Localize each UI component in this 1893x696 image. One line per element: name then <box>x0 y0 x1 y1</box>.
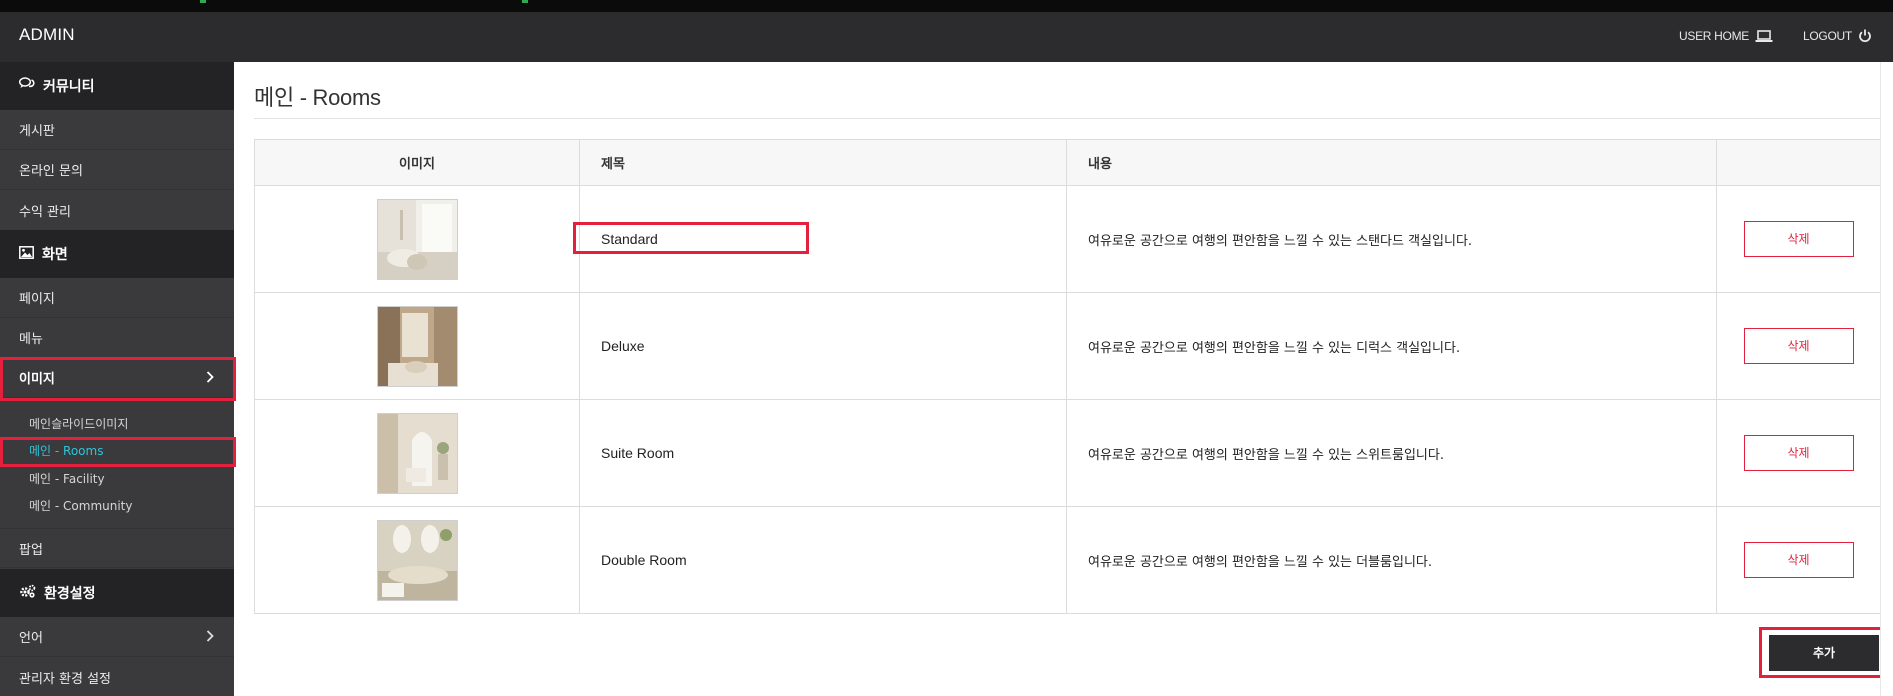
title-divider <box>254 118 1880 119</box>
chevron-right-icon <box>205 629 215 647</box>
laptop-icon <box>1755 29 1773 43</box>
column-header-title: 제목 <box>579 139 1067 186</box>
sidebar-item-revenue[interactable]: 수익 관리 <box>0 190 234 230</box>
sidebar-item-menu[interactable]: 메뉴 <box>0 318 234 358</box>
sidebar-section-label: 화면 <box>42 247 68 263</box>
room-title: Suite Room <box>579 399 1067 507</box>
room-content: 여유로운 공간으로 여행의 편안함을 느낄 수 있는 스탠다드 객실입니다. <box>1066 185 1717 293</box>
chevron-right-icon <box>205 370 215 388</box>
strip-mark <box>522 0 528 3</box>
action-cell: 삭제 <box>1716 399 1881 507</box>
chat-icon <box>18 77 35 95</box>
brand-logo[interactable]: ADMIN <box>19 25 75 45</box>
user-home-label: USER HOME <box>1679 29 1749 43</box>
strip-mark <box>200 0 206 3</box>
sidebar-item-board[interactable]: 게시판 <box>0 110 234 150</box>
sidebar-section-community: 커뮤니티 <box>0 62 234 110</box>
submenu-item-main-rooms[interactable]: 메인 - Rooms <box>29 442 103 459</box>
table-row: Deluxe 여유로운 공간으로 여행의 편안함을 느낄 수 있는 디럭스 객실… <box>254 292 1881 400</box>
sidebar-item-online-inquiry[interactable]: 온라인 문의 <box>0 150 234 190</box>
room-thumbnail[interactable] <box>376 412 458 494</box>
sidebar-item-language[interactable]: 언어 <box>0 617 234 657</box>
page-title: 메인 - Rooms <box>254 85 381 110</box>
room-thumbnail[interactable] <box>376 305 458 387</box>
sidebar-item-page[interactable]: 페이지 <box>0 278 234 318</box>
user-home-link[interactable]: USER HOME <box>1679 29 1773 43</box>
submenu-item-main-slide[interactable]: 메인슬라이드이미지 <box>29 415 128 432</box>
sidebar-item-label: 이미지 <box>19 372 55 387</box>
gears-icon <box>19 584 36 602</box>
add-button[interactable]: 추가 <box>1769 635 1879 671</box>
sidebar-item-admin-settings[interactable]: 관리자 환경 설정 <box>0 657 234 696</box>
image-cell <box>254 185 580 293</box>
submenu-item-main-facility[interactable]: 메인 - Facility <box>29 470 105 487</box>
sidebar-section-label: 커뮤니티 <box>43 79 95 95</box>
room-title: Deluxe <box>579 292 1067 400</box>
sidebar-item-label: 언어 <box>19 631 43 646</box>
delete-button[interactable]: 삭제 <box>1743 542 1854 578</box>
room-content: 여유로운 공간으로 여행의 편안함을 느낄 수 있는 더블룸입니다. <box>1066 506 1717 614</box>
sidebar-item-popup[interactable]: 팝업 <box>0 528 234 568</box>
sidebar-section-label: 환경설정 <box>44 586 96 602</box>
logout-label: LOGOUT <box>1803 29 1852 43</box>
delete-button[interactable]: 삭제 <box>1743 221 1854 257</box>
action-cell: 삭제 <box>1716 506 1881 614</box>
column-header-image: 이미지 <box>254 139 580 186</box>
delete-button[interactable]: 삭제 <box>1743 328 1854 364</box>
rooms-table: 이미지 제목 내용 Standard 여유로운 공간으로 여행의 편안함을 느낄… <box>254 139 1881 614</box>
sidebar: 커뮤니티 게시판 온라인 문의 수익 관리 화면 페이지 메뉴 이미지 메인슬라… <box>0 62 234 696</box>
scrollbar[interactable] <box>1880 62 1893 696</box>
column-header-content: 내용 <box>1066 139 1717 186</box>
delete-button[interactable]: 삭제 <box>1743 435 1854 471</box>
logout-link[interactable]: LOGOUT <box>1803 29 1872 43</box>
table-row: Suite Room 여유로운 공간으로 여행의 편안함을 느낄 수 있는 스위… <box>254 399 1881 507</box>
room-content: 여유로운 공간으로 여행의 편안함을 느낄 수 있는 디럭스 객실입니다. <box>1066 292 1717 400</box>
table-header-row: 이미지 제목 내용 <box>254 139 1881 186</box>
room-content: 여유로운 공간으로 여행의 편안함을 느낄 수 있는 스위트룸입니다. <box>1066 399 1717 507</box>
image-cell <box>254 292 580 400</box>
room-thumbnail[interactable] <box>376 519 458 601</box>
sidebar-section-screen: 화면 <box>0 230 234 278</box>
image-icon <box>19 245 34 263</box>
action-cell: 삭제 <box>1716 185 1881 293</box>
image-submenu: 메인슬라이드이미지 메인 - Rooms 메인 - Facility 메인 - … <box>0 398 234 513</box>
top-strip <box>0 0 1893 12</box>
table-row: Double Room 여유로운 공간으로 여행의 편안함을 느낄 수 있는 더… <box>254 506 1881 614</box>
column-header-actions <box>1716 139 1881 186</box>
room-title: Standard <box>579 185 1067 293</box>
sidebar-section-settings: 환경설정 <box>0 569 234 617</box>
sidebar-item-image[interactable]: 이미지 <box>0 358 234 398</box>
table-row: Standard 여유로운 공간으로 여행의 편안함을 느낄 수 있는 스탠다드… <box>254 185 1881 293</box>
top-header: ADMIN USER HOME LOGOUT <box>0 12 1893 62</box>
action-cell: 삭제 <box>1716 292 1881 400</box>
submenu-item-main-community[interactable]: 메인 - Community <box>29 497 133 514</box>
room-thumbnail[interactable] <box>376 198 458 280</box>
power-icon <box>1858 29 1872 43</box>
image-cell <box>254 399 580 507</box>
image-cell <box>254 506 580 614</box>
room-title: Double Room <box>579 506 1067 614</box>
